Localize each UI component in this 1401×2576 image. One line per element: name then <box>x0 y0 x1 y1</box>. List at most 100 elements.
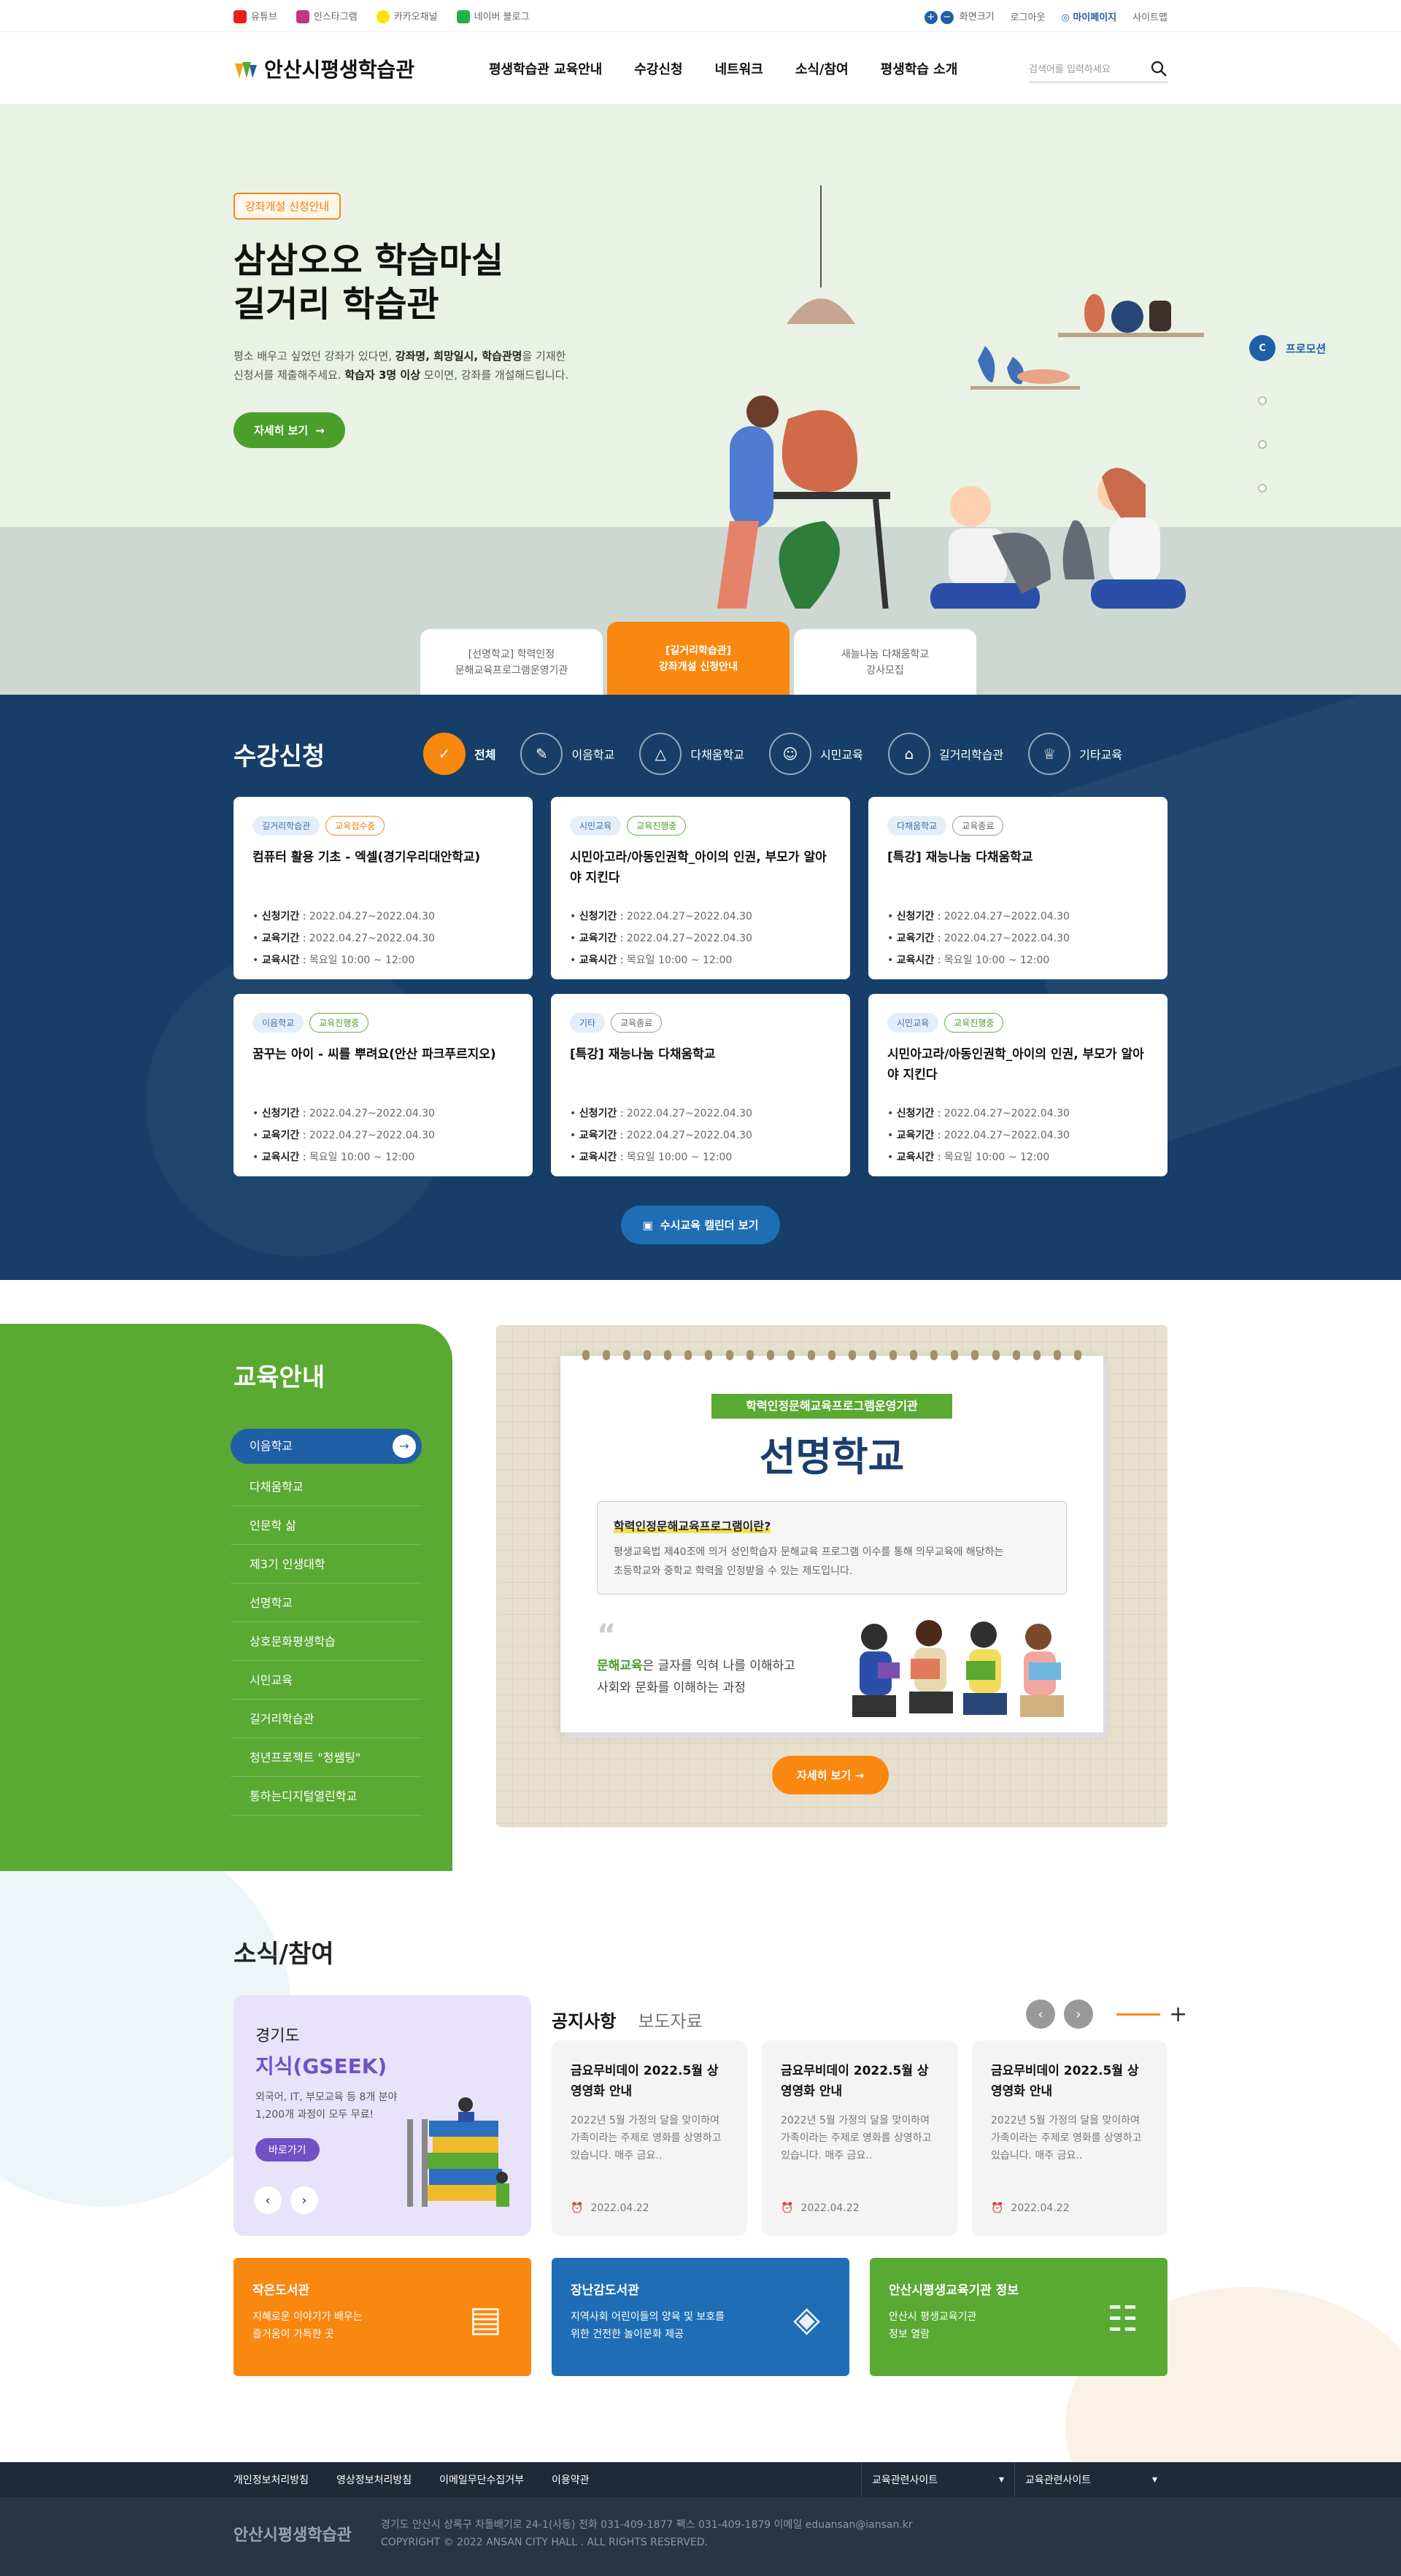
category-badge: 길거리학습관 <box>252 816 320 836</box>
edu-item[interactable]: 시민교육 <box>231 1661 422 1700</box>
footer-copyright: COPYRIGHT © 2022 ANSAN CITY HALL . ALL R… <box>380 2537 709 2548</box>
caret-down-icon: ▾ <box>1151 2474 1157 2486</box>
edu-item[interactable]: 상호문화평생학습 <box>231 1622 422 1661</box>
course-card[interactable]: 시민교육 교육진행중 시민아고라/아동인권학_아이의 인권, 부모가 알아야 지킨… <box>868 994 1168 1176</box>
instagram-link[interactable]: 인스타그램 <box>296 9 358 24</box>
promotion-tab[interactable]: C 프로모션 <box>1249 335 1326 361</box>
status-badge: 교육진행중 <box>309 1013 369 1033</box>
news-card[interactable]: 금요무비데이 2022.5월 상영영화 안내 2022년 5월 가정의 달을 맞이… <box>972 2040 1168 2236</box>
gseek-go-button[interactable]: 바로가기 <box>255 2138 320 2162</box>
hero-title: 삼삼오오 학습마실 길거리 학습관 <box>234 240 503 325</box>
category-dachaeum[interactable]: △ 다채움학교 <box>639 733 744 775</box>
banner-institution-info[interactable]: 안산시평생교육기관 정보 안산시 평생교육기관 정보 열람 ☷ <box>870 2258 1168 2376</box>
quote: “ 문해교육은 글자를 익혀 나를 이해하고 사회와 문화를 이해하는 과정 <box>597 1619 845 1699</box>
logout-link[interactable]: 로그아웃 <box>1011 9 1046 23</box>
site-logo[interactable]: 안산시평생학습관 <box>234 54 489 83</box>
category-filter: ✓ 전체 ✎ 이음학교 △ 다채움학교 ☺ 시민교육 ⌂ 길거리학습관 ♕ 기타교육 <box>423 733 1122 775</box>
edu-item[interactable]: 인문학 삶 <box>231 1506 422 1545</box>
zoom-in-icon[interactable]: + <box>924 10 938 24</box>
email-policy-link[interactable]: 이메일무단수집거부 <box>439 2472 524 2487</box>
related-site-select[interactable]: 교육관련사이트 ▾ <box>1014 2462 1168 2497</box>
menu-news[interactable]: 소식/참여 <box>795 59 849 78</box>
menu-network[interactable]: 네트워크 <box>715 59 763 78</box>
category-street[interactable]: ⌂ 길거리학습관 <box>887 733 1003 775</box>
footer-address: 경기도 안산시 상록구 차돌배기로 24-1(사동) 전화 031-409-18… <box>380 2519 913 2531</box>
menu-edu-info[interactable]: 평생학습관 교육안내 <box>489 59 602 78</box>
more-plus-icon[interactable]: + <box>1169 2002 1187 2027</box>
arrow-right-icon: → <box>315 423 325 437</box>
sns-links: 유튜브 인스타그램 카카오채널 네이버 블로그 <box>234 9 529 24</box>
hero-description: 평소 배우고 싶었던 강좌가 있다면, 강좌명, 희망일시, 학습관명을 기재한… <box>234 350 569 382</box>
calendar-icon: ▣ <box>642 1218 653 1232</box>
course-card[interactable]: 길거리학습관교육접수중 컴퓨터 활용 기초 - 엑셀(경기우리대안학교) 신청기… <box>234 797 533 979</box>
check-icon: ✓ <box>423 733 466 775</box>
hero-tab-street[interactable]: [길거리학습관] 강좌개설 신청안내 <box>607 622 790 695</box>
chevron-right-icon[interactable]: › <box>1064 2000 1093 2029</box>
education-board: 학력인정문해교육프로그램운영기관 선명학교 학력인정문해교육프로그램이란? 평생… <box>496 1325 1168 1827</box>
category-ieum[interactable]: ✎ 이음학교 <box>520 733 614 775</box>
main-menu: 평생학습관 교육안내 수강신청 네트워크 소식/참여 평생학습 소개 <box>489 59 1029 78</box>
category-all[interactable]: ✓ 전체 <box>423 733 495 775</box>
caret-down-icon: ▾ <box>998 2474 1004 2486</box>
news-card[interactable]: 금요무비데이 2022.5월 상영영화 안내 2022년 5월 가정의 달을 맞이… <box>552 2040 747 2236</box>
banner-small-library[interactable]: 작은도서관 지혜로운 이야기가 배우는 즐거움이 가득한 곳 ▤ <box>234 2258 531 2376</box>
document-icon: ☷ <box>1106 2299 1138 2340</box>
category-badge: 시민교육 <box>570 816 622 836</box>
terms-link[interactable]: 이용약관 <box>552 2472 590 2487</box>
school-info-card: 학력인정문해교육프로그램운영기관 선명학교 학력인정문해교육프로그램이란? 평생… <box>560 1350 1103 1732</box>
edu-item[interactable]: 다채움학교 <box>231 1468 422 1506</box>
course-card[interactable]: 시민교육 교육진행중 시민아고라/아동인권학_아이의 인권, 부모가 알아야 지킨… <box>551 797 850 979</box>
related-site-select[interactable]: 교육관련사이트 ▾ <box>861 2462 1014 2497</box>
video-policy-link[interactable]: 영상정보처리방침 <box>336 2472 412 2487</box>
youtube-icon <box>234 10 247 24</box>
category-citizen[interactable]: ☺ 시민교육 <box>768 733 863 775</box>
youtube-link[interactable]: 유튜브 <box>234 9 277 24</box>
course-card[interactable]: 이음학교교육진행중 꿈꾸는 아이 - 씨를 뿌려요(안산 파크푸르지오) 신청기… <box>234 994 533 1176</box>
tab-press[interactable]: 보도자료 <box>638 2007 702 2032</box>
edu-item[interactable]: 청년프로젝트 "청쌤팅" <box>231 1738 422 1777</box>
toy-blocks-icon: ◈ <box>793 2299 820 2340</box>
sitemap-link[interactable]: 사이트맵 <box>1132 9 1168 23</box>
hero-tab-literacy[interactable]: [선명학교] 학력인정 문해교육프로그램운영기관 <box>420 629 603 695</box>
edu-item-ieum[interactable]: 이음학교 → <box>231 1429 422 1464</box>
school-more-button[interactable]: 자세히 보기 → <box>772 1756 889 1794</box>
search-icon[interactable] <box>1150 60 1168 77</box>
chevron-left-icon[interactable]: ‹ <box>254 2186 282 2214</box>
naver-blog-icon <box>456 10 470 24</box>
category-badge: 시민교육 <box>887 1013 939 1033</box>
chevron-left-icon[interactable]: ‹ <box>1026 2000 1055 2029</box>
hero-tab-teacher[interactable]: 새늘나눔 다채움학교 강사모집 <box>794 629 976 695</box>
kakao-link[interactable]: 카카오채널 <box>376 9 438 24</box>
pagination-dot[interactable] <box>1258 396 1267 405</box>
edu-item[interactable]: 선명학교 <box>231 1584 422 1622</box>
menu-about[interactable]: 평생학습 소개 <box>881 59 958 78</box>
promotion-icon: C <box>1249 335 1275 361</box>
quote-icon: “ <box>597 1619 617 1652</box>
pagination-dot[interactable] <box>1258 484 1267 493</box>
banner-toy-library[interactable]: 장난감도서관 지역사회 어린이들의 양육 및 보호를 위한 건전한 놀이문화 제공 ◈ <box>552 2258 849 2376</box>
course-card[interactable]: 다채움학교교육종료 [특강] 재능나눔 다채움학교 신청기간 : 2022.04… <box>868 797 1168 979</box>
zoom-out-icon[interactable]: − <box>940 10 954 24</box>
clock-icon: ⏰ <box>781 2202 794 2214</box>
course-title: [특강] 재능나눔 다채움학교 <box>570 1047 716 1062</box>
menu-enroll[interactable]: 수강신청 <box>634 59 682 78</box>
privacy-policy-link[interactable]: 개인정보처리방침 <box>234 2472 309 2487</box>
utility-bar: 유튜브 인스타그램 카카오채널 네이버 블로그 + − 화면크기 로그아웃 ◎ 마… <box>0 0 1401 32</box>
pagination-dot[interactable] <box>1258 440 1267 449</box>
calendar-button[interactable]: ▣ 수시교육 캘린더 보기 <box>620 1206 781 1244</box>
naver-blog-link[interactable]: 네이버 블로그 <box>456 9 529 24</box>
news-card[interactable]: 금요무비데이 2022.5월 상영영화 안내 2022년 5월 가정의 달을 맞이… <box>762 2040 957 2236</box>
footer-logo: 안산시평생학습관 <box>234 2526 352 2545</box>
search-input[interactable]: 검색어를 입력하세요 <box>1029 61 1111 75</box>
course-card[interactable]: 기타교육종료 [특강] 재능나눔 다채움학교 신청기간 : 2022.04.27… <box>551 994 850 1176</box>
tab-notice[interactable]: 공지사항 <box>552 2007 616 2032</box>
section-title: 소식/참여 <box>234 1940 334 1969</box>
edu-item[interactable]: 길거리학습관 <box>231 1700 422 1738</box>
category-etc[interactable]: ♕ 기타교육 <box>1028 733 1122 775</box>
edu-item[interactable]: 통하는디지털열린학교 <box>231 1777 422 1816</box>
mypage-link[interactable]: ◎ 마이페이지 <box>1061 9 1116 23</box>
search-box[interactable]: 검색어를 입력하세요 <box>1029 55 1168 82</box>
edu-item[interactable]: 제3기 인생대학 <box>231 1545 422 1584</box>
chevron-right-icon[interactable]: › <box>290 2186 318 2214</box>
hero-more-button[interactable]: 자세히 보기 → <box>234 412 345 448</box>
